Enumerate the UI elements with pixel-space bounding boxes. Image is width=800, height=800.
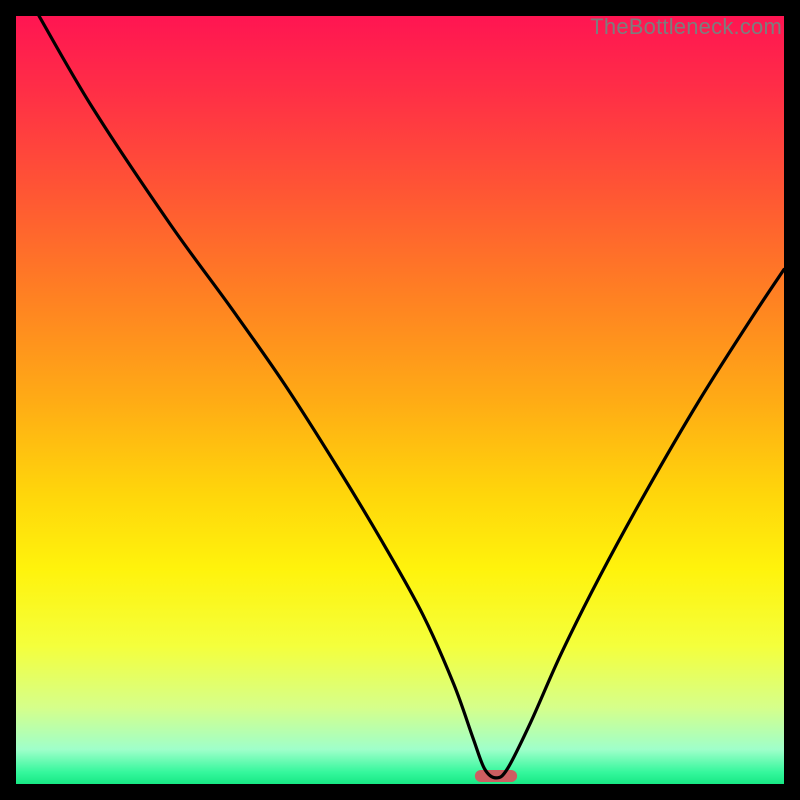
gradient-background (16, 16, 784, 784)
watermark-text: TheBottleneck.com (590, 14, 782, 40)
chart-frame: TheBottleneck.com (16, 16, 784, 784)
bottleneck-chart (16, 16, 784, 784)
optimal-marker (475, 770, 517, 782)
